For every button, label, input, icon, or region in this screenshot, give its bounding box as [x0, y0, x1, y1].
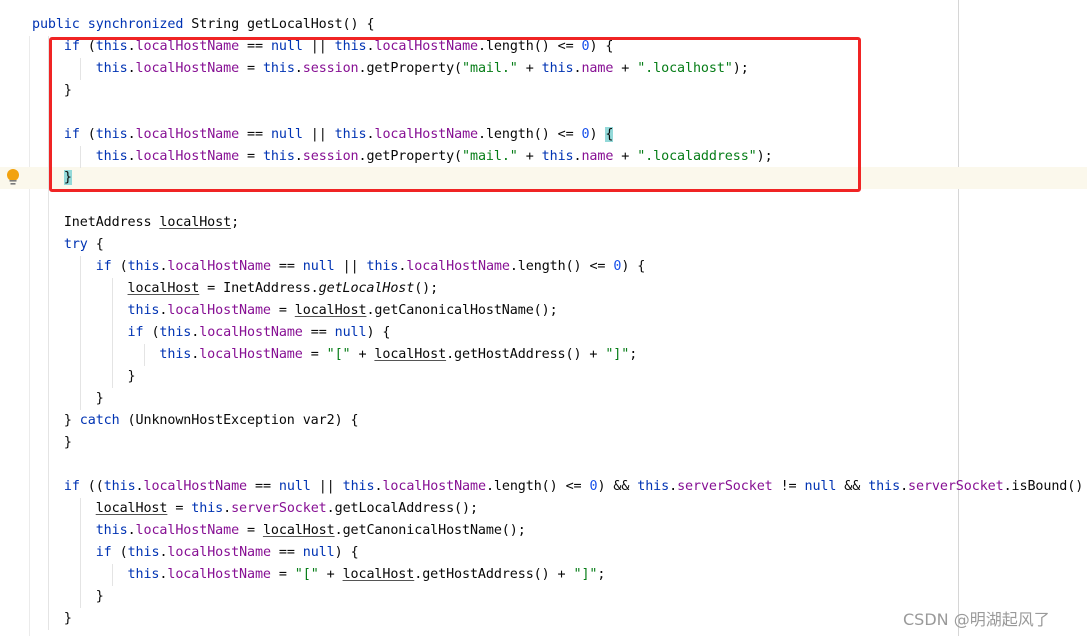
code-line[interactable]: localHost = InetAddress.getLocalHost();: [32, 278, 439, 300]
code-line[interactable]: localHost = this.serverSocket.getLocalAd…: [32, 498, 478, 520]
code-line[interactable]: }: [32, 432, 72, 454]
code-line[interactable]: try {: [32, 234, 104, 256]
code-line[interactable]: this.localHostName = "[" + localHost.get…: [32, 564, 606, 586]
code-line[interactable]: public synchronized String getLocalHost(…: [32, 14, 375, 36]
code-line[interactable]: }: [32, 366, 136, 388]
code-line[interactable]: if ((this.localHostName == null || this.…: [32, 476, 1083, 498]
code-text: getLocalHost() {: [247, 17, 375, 32]
code-line[interactable]: this.localHostName = localHost.getCanoni…: [32, 300, 558, 322]
code-editor[interactable]: public synchronized String getLocalHost(…: [0, 0, 1087, 636]
code-text: String: [191, 17, 240, 32]
watermark: CSDN @明湖起风了: [903, 610, 1050, 629]
code-line[interactable]: }: [32, 608, 72, 630]
gutter-separator: [29, 36, 30, 636]
code-line[interactable]: if (this.localHostName == null) {: [32, 542, 359, 564]
code-line[interactable]: if (this.localHostName == null) {: [32, 322, 391, 344]
code-line[interactable]: InetAddress localHost;: [32, 212, 239, 234]
right-margin-guide: [958, 0, 959, 636]
code-line[interactable]: if (this.localHostName == null || this.l…: [32, 256, 646, 278]
code-line[interactable]: this.localHostName = localHost.getCanoni…: [32, 520, 526, 542]
code-line[interactable]: }: [32, 586, 104, 608]
annotation-highlight-box: [49, 37, 861, 192]
code-line[interactable]: }: [32, 388, 104, 410]
code-line[interactable]: this.localHostName = "[" + localHost.get…: [32, 344, 637, 366]
lightbulb-icon[interactable]: [6, 168, 20, 188]
code-line[interactable]: } catch (UnknownHostException var2) {: [32, 410, 359, 432]
